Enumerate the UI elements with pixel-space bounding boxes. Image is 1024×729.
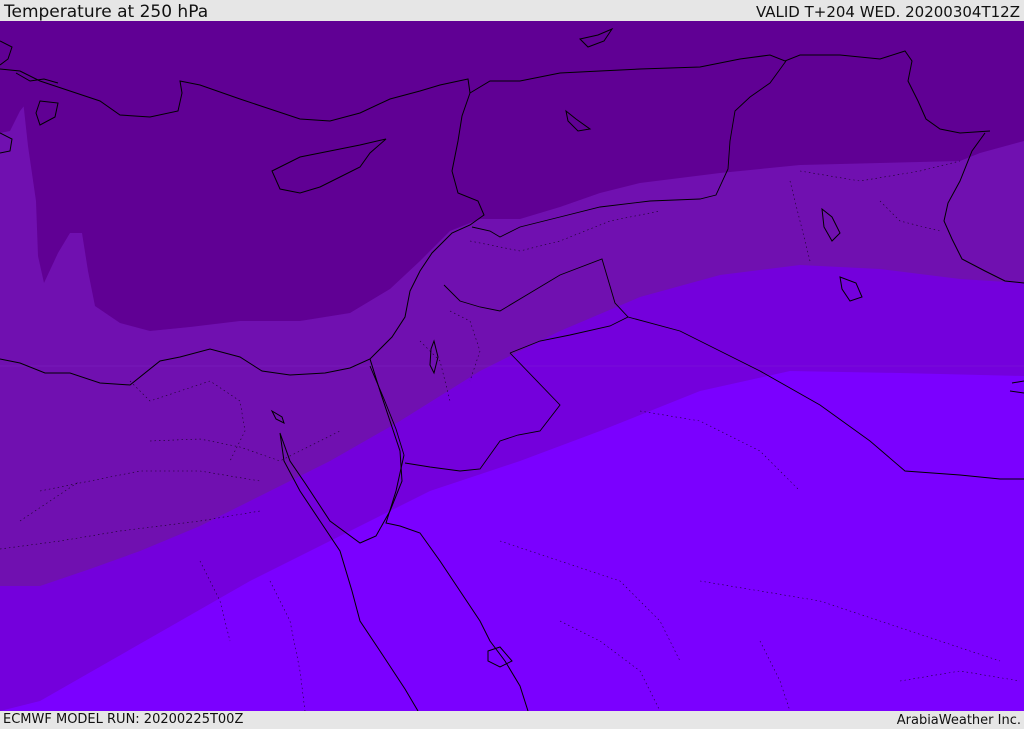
model-run-label: ECMWF MODEL RUN: 20200225T00Z — [3, 712, 244, 727]
map-canvas — [0, 21, 1024, 711]
footer-bar: ECMWF MODEL RUN: 20200225T00Z ArabiaWeat… — [0, 711, 1024, 729]
valid-time: VALID T+204 WED. 20200304T12Z — [755, 3, 1020, 21]
credit-label: ArabiaWeather Inc. — [896, 713, 1021, 728]
weather-map[interactable] — [0, 21, 1024, 711]
map-title: Temperature at 250 hPa — [4, 2, 209, 22]
header-bar: Temperature at 250 hPa VALID T+204 WED. … — [0, 0, 1024, 21]
